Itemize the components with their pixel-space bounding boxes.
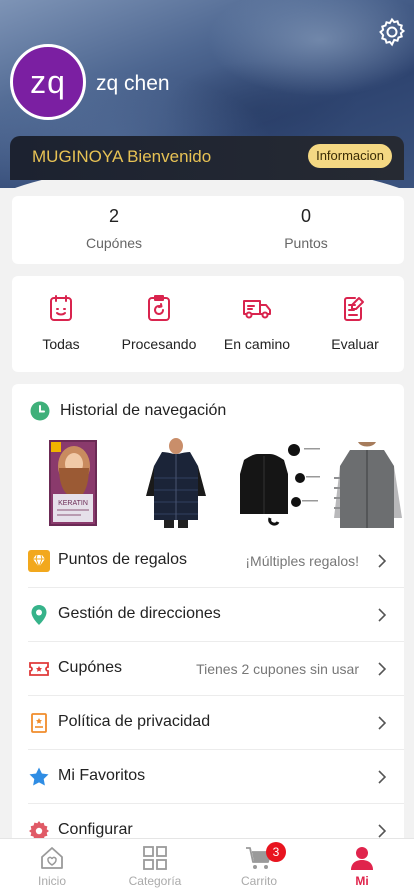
gift-diamond-icon bbox=[28, 550, 50, 572]
bottom-tab-bar: Inicio Categoría 3 Carrito Mi bbox=[0, 838, 414, 896]
menu-addresses[interactable]: Gestión de direcciones bbox=[12, 588, 404, 642]
stats-card: 2 Cupónes 0 Puntos bbox=[12, 196, 404, 264]
history-item[interactable] bbox=[140, 438, 212, 528]
tab-home-label: Inicio bbox=[37, 874, 66, 888]
tab-home[interactable]: Inicio bbox=[0, 845, 104, 888]
chevron-right-icon bbox=[378, 824, 386, 838]
menu-coupons-label: Cupónes bbox=[58, 659, 123, 676]
menu-gift-points[interactable]: Puntos de regalos ¡Múltiples regalos! bbox=[12, 534, 404, 588]
menu-coupons-sub: Tienes 2 cupones sin usar bbox=[196, 661, 359, 677]
menu-gift-points-label: Puntos de regalos bbox=[58, 551, 187, 568]
menu-favorites-label: Mi Favoritos bbox=[58, 767, 146, 784]
history-strip[interactable]: KERATIN bbox=[12, 436, 404, 532]
order-review-button[interactable]: Evaluar bbox=[306, 294, 404, 352]
tab-me-label: Mi bbox=[355, 874, 369, 888]
order-all-button[interactable]: Todas bbox=[12, 294, 110, 352]
settings-gear-icon[interactable] bbox=[376, 16, 408, 48]
product-keratin-image: KERATIN bbox=[49, 440, 97, 526]
user-name: zq chen bbox=[96, 72, 170, 95]
order-processing-button[interactable]: Procesando bbox=[110, 294, 208, 352]
history-item[interactable] bbox=[334, 438, 404, 528]
history-title: Historial de navegación bbox=[60, 402, 227, 419]
orders-card: Todas Procesando En camino Evaluar bbox=[12, 276, 404, 372]
processing-icon bbox=[148, 295, 170, 321]
menu-privacy[interactable]: Política de privacidad bbox=[12, 696, 404, 750]
grid-icon bbox=[143, 846, 167, 870]
star-icon bbox=[29, 767, 49, 786]
menu-favorites[interactable]: Mi Favoritos bbox=[12, 750, 404, 804]
privacy-doc-icon bbox=[31, 713, 47, 733]
tab-categories-label: Categoría bbox=[128, 874, 182, 888]
coupons-label: Cupónes bbox=[85, 235, 143, 251]
info-button[interactable]: Informacion bbox=[308, 144, 392, 168]
delivery-truck-icon bbox=[243, 300, 271, 319]
points-count: 0 bbox=[300, 206, 311, 226]
tab-cart-label: Carrito bbox=[240, 874, 277, 888]
history-item[interactable] bbox=[230, 438, 322, 528]
avatar[interactable]: zq bbox=[10, 44, 86, 120]
chevron-right-icon bbox=[378, 662, 386, 676]
order-review-label: Evaluar bbox=[331, 336, 379, 352]
menu-card: Historial de navegación KERATIN Puntos d… bbox=[12, 384, 404, 854]
menu-privacy-label: Política de privacidad bbox=[58, 713, 211, 730]
home-icon bbox=[41, 847, 63, 869]
product-vest-image bbox=[140, 438, 212, 528]
order-all-label: Todas bbox=[42, 336, 80, 352]
avatar-initials: zq bbox=[30, 63, 66, 100]
chevron-right-icon bbox=[378, 554, 386, 568]
cart-badge: 3 bbox=[266, 842, 286, 862]
chevron-right-icon bbox=[378, 770, 386, 784]
order-shipping-button[interactable]: En camino bbox=[208, 294, 306, 352]
location-pin-icon bbox=[31, 605, 47, 625]
all-orders-icon bbox=[50, 295, 72, 321]
product-keratin-label: KERATIN bbox=[58, 500, 88, 507]
order-processing-label: Procesando bbox=[121, 336, 197, 352]
menu-gift-points-sub: ¡Múltiples regalos! bbox=[245, 553, 359, 569]
clock-icon bbox=[30, 401, 50, 421]
order-shipping-label: En camino bbox=[223, 336, 291, 352]
chevron-right-icon bbox=[378, 608, 386, 622]
person-icon bbox=[351, 847, 373, 870]
points-label: Puntos bbox=[284, 235, 328, 251]
menu-addresses-label: Gestión de direcciones bbox=[58, 605, 221, 622]
review-icon bbox=[344, 297, 364, 321]
welcome-text: MUGINOYA Bienvenido bbox=[32, 147, 212, 166]
tab-me[interactable]: Mi bbox=[310, 845, 414, 888]
menu-settings-label: Configurar bbox=[58, 821, 133, 838]
tab-cart[interactable]: 3 Carrito bbox=[207, 842, 311, 888]
history-item[interactable]: KERATIN bbox=[49, 438, 99, 528]
app-root: zq zq chen MUGINOYA Bienvenido Informaci… bbox=[0, 0, 414, 896]
points-stat[interactable]: 0 Puntos bbox=[208, 206, 404, 251]
chevron-right-icon bbox=[378, 716, 386, 730]
tab-categories[interactable]: Categoría bbox=[103, 845, 207, 888]
coupons-stat[interactable]: 2 Cupónes bbox=[16, 206, 212, 251]
product-fleece-image bbox=[334, 438, 404, 528]
menu-coupons[interactable]: Cupónes Tienes 2 cupones sin usar bbox=[12, 642, 404, 696]
coupon-icon bbox=[29, 662, 49, 676]
coupons-count: 2 bbox=[108, 206, 119, 226]
welcome-banner: MUGINOYA Bienvenido Informacion bbox=[10, 136, 404, 180]
product-vest-detail-image bbox=[230, 438, 322, 528]
